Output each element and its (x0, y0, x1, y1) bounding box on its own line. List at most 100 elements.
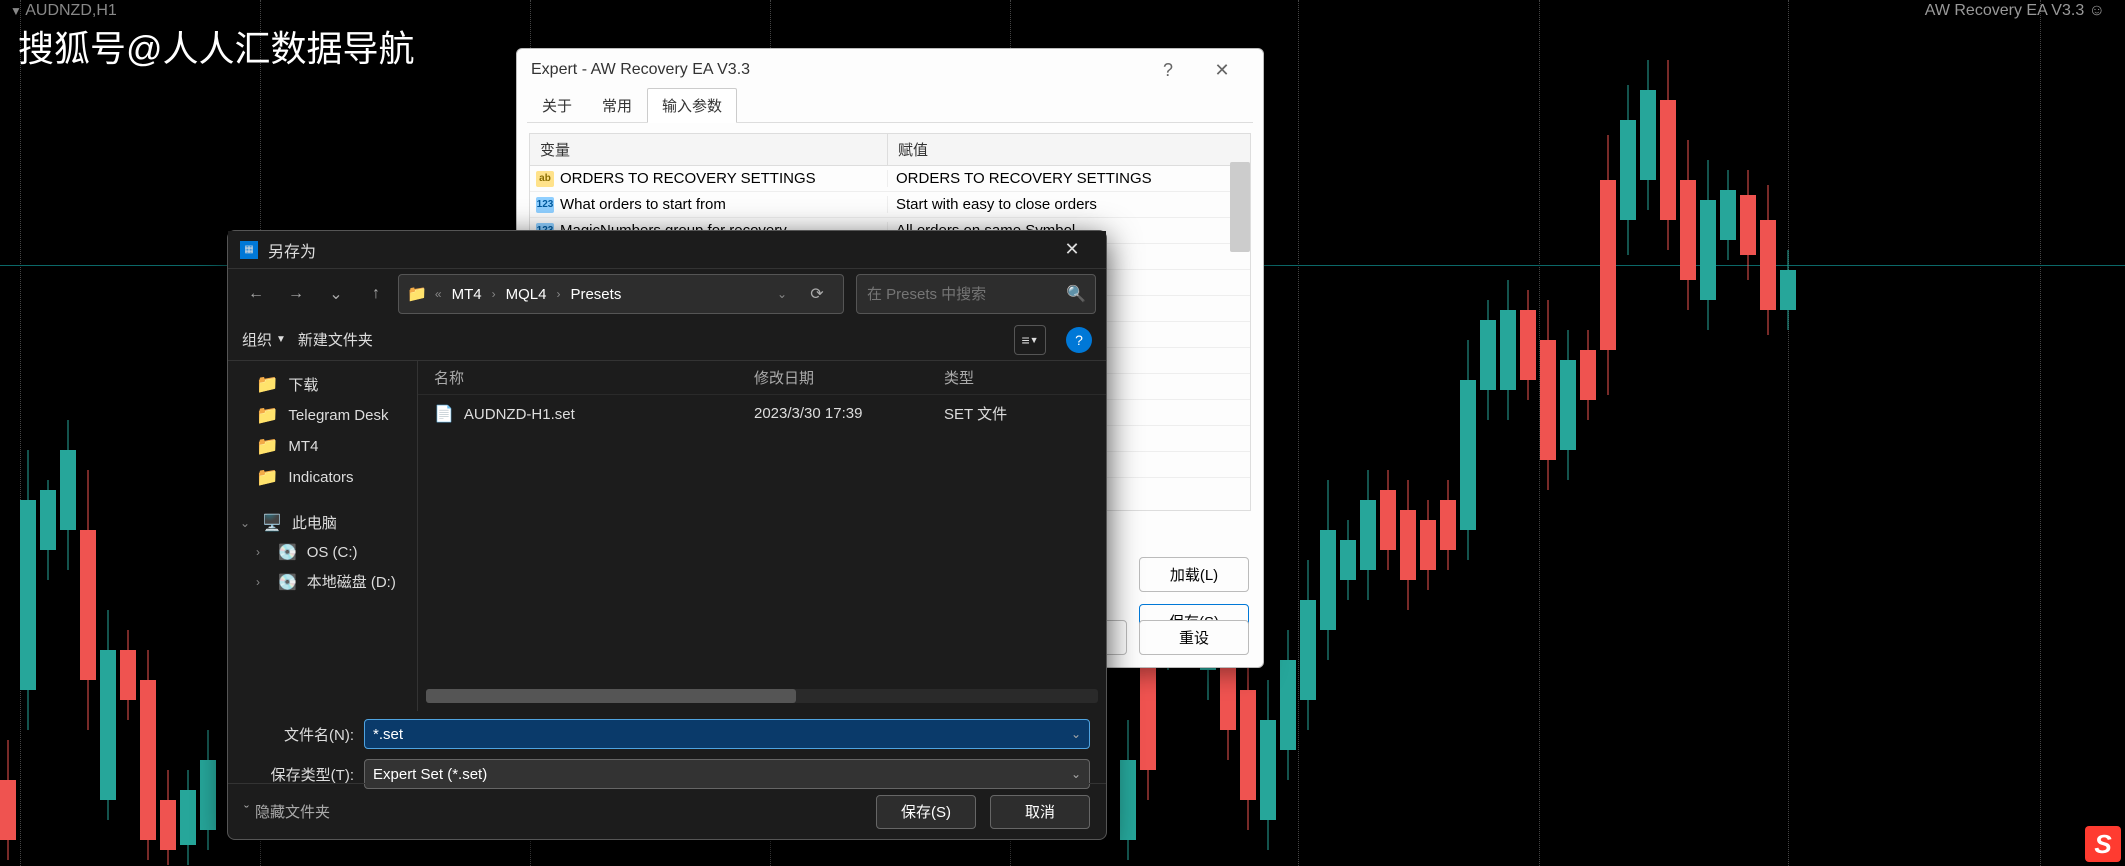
candlestick (1520, 0, 1536, 866)
save-titlebar[interactable]: ▦ 另存为 ✕ (228, 231, 1106, 269)
file-list: 名称 修改日期 类型 📄AUDNZD-H1.set2023/3/30 17:39… (418, 361, 1106, 711)
save-cancel-button[interactable]: 取消 (990, 795, 1090, 829)
candlestick (1320, 0, 1336, 866)
search-box[interactable]: 🔍 (856, 274, 1096, 314)
file-row[interactable]: 📄AUDNZD-H1.set2023/3/30 17:39SET 文件 (418, 395, 1106, 432)
params-scrollbar[interactable] (1230, 162, 1250, 252)
candlestick (20, 0, 36, 866)
candlestick (1720, 0, 1736, 866)
expert-title-text: Expert - AW Recovery EA V3.3 (531, 61, 750, 79)
new-folder-button[interactable]: 新建文件夹 (298, 329, 373, 350)
candlestick (100, 0, 116, 866)
hide-folders-button[interactable]: ˇ隐藏文件夹 (244, 801, 330, 822)
tree-mt4[interactable]: 📁MT4 (228, 431, 417, 462)
tree-indicators[interactable]: 📁Indicators (228, 462, 417, 493)
candlestick (1400, 0, 1416, 866)
tree-telegram[interactable]: 📁Telegram Desk (228, 400, 417, 431)
app-icon: ▦ (240, 241, 258, 259)
grid-vline (2040, 0, 2041, 866)
param-row[interactable]: 123What orders to start fromStart with e… (530, 192, 1250, 218)
candlestick (1680, 0, 1696, 866)
tree-this-pc[interactable]: ⌄🖥️此电脑 (228, 507, 417, 538)
nav-recent-button[interactable]: ⌄ (318, 276, 354, 312)
filetype-label: 保存类型(T): (244, 764, 354, 785)
save-as-dialog: ▦ 另存为 ✕ ← → ⌄ ↑ 📁 « MT4 › MQL4 › Presets… (227, 230, 1107, 840)
candlestick (60, 0, 76, 866)
tab-about[interactable]: 关于 (527, 88, 587, 123)
corner-badge[interactable]: S (2085, 826, 2121, 862)
candlestick (1640, 0, 1656, 866)
candlestick (1540, 0, 1556, 866)
candlestick (120, 0, 136, 866)
reset-button[interactable]: 重设 (1139, 620, 1249, 655)
nav-forward-button[interactable]: → (278, 276, 314, 312)
candlestick (1480, 0, 1496, 866)
candlestick (0, 0, 16, 866)
col-type[interactable]: 类型 (944, 367, 1090, 388)
breadcrumb-mql4[interactable]: MQL4 (500, 284, 553, 305)
param-row[interactable]: abORDERS TO RECOVERY SETTINGSORDERS TO R… (530, 166, 1250, 192)
expert-titlebar[interactable]: Expert - AW Recovery EA V3.3 ? ✕ (517, 49, 1263, 91)
symbol-label: AUDNZD,H1 (10, 2, 117, 20)
search-input[interactable] (867, 286, 1066, 303)
candlestick (1280, 0, 1296, 866)
help-icon[interactable]: ? (1066, 327, 1092, 353)
candlestick (1660, 0, 1676, 866)
load-button[interactable]: 加载(L) (1139, 557, 1249, 592)
save-confirm-button[interactable]: 保存(S) (876, 795, 976, 829)
candlestick (1740, 0, 1756, 866)
candlestick (1420, 0, 1436, 866)
nav-up-button[interactable]: ↑ (358, 276, 394, 312)
view-button[interactable]: ≡ ▼ (1014, 325, 1046, 355)
breadcrumb-dropdown[interactable]: ⌄ (773, 287, 791, 301)
save-title-text: 另存为 (268, 238, 316, 262)
candlestick (80, 0, 96, 866)
tree-os-c[interactable]: ›💽OS (C:) (228, 538, 417, 566)
breadcrumb-presets[interactable]: Presets (564, 284, 627, 305)
candlestick (1440, 0, 1456, 866)
breadcrumb-prefix: « (435, 287, 442, 301)
expert-tabs: 关于 常用 输入参数 (527, 91, 1253, 123)
organize-button[interactable]: 组织 ▼ (242, 329, 286, 350)
candlestick (1300, 0, 1316, 866)
candlestick (180, 0, 196, 866)
candlestick (1600, 0, 1616, 866)
params-header-value[interactable]: 赋值 (888, 134, 1250, 165)
expert-close-button[interactable]: ✕ (1195, 50, 1249, 90)
watermark-text: 搜狐号@人人汇数据导航 (18, 20, 415, 72)
candlestick (1620, 0, 1636, 866)
save-close-button[interactable]: ✕ (1050, 232, 1094, 268)
candlestick (1380, 0, 1396, 866)
candlestick (140, 0, 156, 866)
candlestick (1460, 0, 1476, 866)
tree-local-d[interactable]: ›💽本地磁盘 (D:) (228, 566, 417, 597)
search-icon: 🔍 (1066, 284, 1086, 304)
breadcrumb-bar[interactable]: 📁 « MT4 › MQL4 › Presets ⌄ ⟳ (398, 274, 844, 314)
candlestick (1560, 0, 1576, 866)
breadcrumb-mt4[interactable]: MT4 (446, 284, 488, 305)
expert-help-button[interactable]: ? (1141, 50, 1195, 90)
folder-tree: 📁下载 📁Telegram Desk 📁MT4 📁Indicators ⌄🖥️此… (228, 361, 418, 711)
filename-label: 文件名(N): (244, 724, 354, 745)
ea-label: AW Recovery EA V3.3 ☺ (1925, 2, 2105, 20)
tree-downloads[interactable]: 📁下载 (228, 369, 417, 400)
candlestick (200, 0, 216, 866)
folder-icon: 📁 (407, 284, 427, 304)
params-header-variable[interactable]: 变量 (530, 134, 888, 165)
tab-common[interactable]: 常用 (587, 88, 647, 123)
file-list-hscroll[interactable] (426, 689, 1098, 703)
nav-back-button[interactable]: ← (238, 276, 274, 312)
candlestick (1760, 0, 1776, 866)
candlestick (1340, 0, 1356, 866)
grid-vline (1298, 0, 1299, 866)
candlestick (1700, 0, 1716, 866)
filename-input[interactable]: *.set⌄ (364, 719, 1090, 749)
col-name[interactable]: 名称 (434, 367, 754, 388)
candlestick (40, 0, 56, 866)
tab-inputs[interactable]: 输入参数 (647, 88, 737, 123)
candlestick (1780, 0, 1796, 866)
refresh-button[interactable]: ⟳ (799, 276, 835, 312)
candlestick (160, 0, 176, 866)
candlestick (1580, 0, 1596, 866)
col-date[interactable]: 修改日期 (754, 367, 944, 388)
